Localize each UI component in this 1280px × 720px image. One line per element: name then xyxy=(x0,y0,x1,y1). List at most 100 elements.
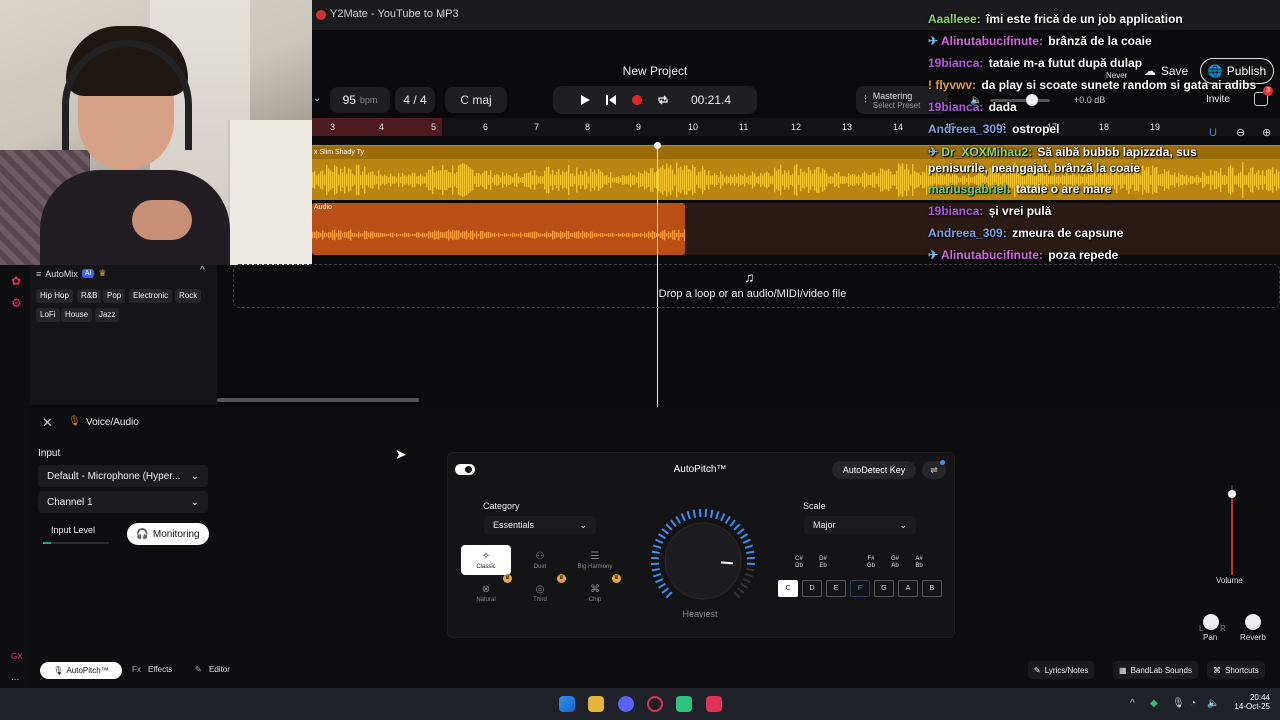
genre-chip[interactable]: R&B xyxy=(77,289,102,303)
monitoring-label: Monitoring xyxy=(152,528,200,540)
tempo-unit: bpm xyxy=(359,95,378,105)
drop-zone[interactable] xyxy=(233,264,1280,308)
record-icon[interactable] xyxy=(631,94,643,106)
genre-chip[interactable]: Rock xyxy=(175,289,202,303)
autopitch-mode-big-harmony[interactable]: ☰ Big Harmony xyxy=(570,545,620,575)
shortcuts-button[interactable]: ⌘ Shortcuts xyxy=(1207,661,1265,679)
playhead-handle[interactable] xyxy=(654,142,661,149)
category-select[interactable]: Essentials ⌄ xyxy=(484,516,596,534)
genre-chip[interactable]: Hip Hop xyxy=(36,289,73,303)
chevron-down-icon: ⌄ xyxy=(899,519,907,530)
close-icon[interactable]: ✕ xyxy=(42,415,53,431)
wifi-icon[interactable]: ◔ xyxy=(1190,698,1196,709)
bandlab-sounds-button[interactable]: ▦ BandLab Sounds xyxy=(1113,661,1198,679)
invite-button[interactable]: Invite xyxy=(1206,94,1230,105)
volume-fader-handle[interactable] xyxy=(1228,490,1236,498)
genre-chip[interactable]: House xyxy=(61,308,93,322)
discord-icon[interactable] xyxy=(618,696,634,712)
key-button-g[interactable]: G xyxy=(874,580,894,597)
key-button-d[interactable]: D xyxy=(802,580,822,597)
ruler-bar-number: 18 xyxy=(1099,122,1110,132)
genre-chip[interactable]: Pop xyxy=(103,289,126,303)
sharp-key-button[interactable]: A# Bb xyxy=(911,556,927,570)
new-tab-button[interactable]: + xyxy=(438,7,446,22)
key-button-b[interactable]: B xyxy=(922,580,942,597)
sidebar-gear-icon[interactable]: ⚙ xyxy=(11,296,22,310)
sharp-key-button[interactable]: D# Eb xyxy=(815,556,831,570)
input-device-select[interactable]: Default - Microphone (Hyper... ⌄ xyxy=(38,465,208,487)
key-selector[interactable]: C maj xyxy=(445,87,507,113)
more-icon[interactable]: ... xyxy=(11,672,19,683)
start-icon[interactable] xyxy=(559,696,575,712)
webcam-shelf xyxy=(228,120,312,265)
ruler-bar-number: 13 xyxy=(842,122,853,132)
file-explorer-icon[interactable] xyxy=(588,696,604,712)
pitch-correction-knob[interactable] xyxy=(648,506,758,616)
shield-icon[interactable]: ◆ xyxy=(1150,698,1158,709)
sliders-icon: ≡ xyxy=(36,268,42,279)
collapse-icon[interactable]: ^ xyxy=(200,265,205,276)
magnet-icon[interactable]: U xyxy=(1209,127,1217,139)
chevron-down-icon: ⌄ xyxy=(190,470,199,482)
time-signature[interactable]: 4 / 4 xyxy=(395,87,435,113)
opera-gx-icon[interactable] xyxy=(647,696,663,712)
monitoring-button[interactable]: 🎧 Monitoring xyxy=(127,523,209,545)
knob-tick xyxy=(661,528,669,535)
skip-back-icon[interactable] xyxy=(605,94,617,106)
sharp-key-button[interactable]: F# Gb xyxy=(863,556,879,570)
chat-username: Aaalleee: xyxy=(928,12,981,26)
mic-tray-icon[interactable]: 🎙 xyxy=(1172,698,1185,709)
genre-chip[interactable]: Electronic xyxy=(129,289,173,303)
taskbar-clock[interactable]: 20:44 14-Oct-25 xyxy=(1226,693,1270,711)
tiktok-icon[interactable] xyxy=(706,696,722,712)
chevron-down-icon[interactable]: ⌄ xyxy=(313,93,321,104)
autopitch-mode-chip[interactable]: ⌘ Chip xyxy=(570,578,620,608)
premium-crown-icon: ♛ xyxy=(503,574,512,583)
chat-text: dada xyxy=(988,100,1017,114)
knob-label: Heaviest xyxy=(682,609,718,619)
sharp-key-button[interactable]: C# Db xyxy=(791,556,807,570)
lyrics-notes-button[interactable]: ✎ Lyrics/Notes xyxy=(1028,661,1095,679)
genre-chip[interactable]: LoFi xyxy=(36,308,60,322)
editor-tab[interactable]: Editor xyxy=(209,665,230,674)
loop-icon[interactable] xyxy=(657,94,669,106)
app-icon[interactable] xyxy=(676,696,692,712)
tempo-control[interactable]: 95 bpm xyxy=(330,87,390,113)
key-button-e[interactable]: E xyxy=(826,580,846,597)
zoom-in-icon[interactable]: ⊕ xyxy=(1262,126,1271,139)
project-title[interactable]: New Project xyxy=(600,64,710,78)
sharp-key-button[interactable]: G# Ab xyxy=(887,556,903,570)
channel-select[interactable]: Channel 1 ⌄ xyxy=(38,491,208,513)
sidebar-flower-icon[interactable]: ✿ xyxy=(11,274,21,288)
chat-text: da play si scoate sunete random si gata … xyxy=(981,78,1257,92)
autopitch-mode-third[interactable]: ◎ Third xyxy=(515,578,565,608)
chat-text: tataie o are mare xyxy=(1016,182,1112,196)
pan-knob[interactable] xyxy=(1203,614,1219,630)
plane-badge-icon: ✈ xyxy=(928,34,941,48)
scale-select[interactable]: Major ⌄ xyxy=(804,516,916,534)
horizontal-scrollbar[interactable] xyxy=(217,398,419,402)
input-label: Input xyxy=(38,448,61,459)
microphone-icon: 🎙 xyxy=(68,416,81,427)
chat-message: 19bianca: și vrei pulă xyxy=(928,204,1051,218)
mode-icon: ⚇ xyxy=(535,550,545,562)
zoom-out-icon[interactable]: ⊖ xyxy=(1236,126,1245,139)
chevron-up-icon[interactable]: ^ xyxy=(1130,698,1135,709)
key-button-a[interactable]: A xyxy=(898,580,918,597)
autopitch-tab[interactable]: 🎙 AutoPitch™ xyxy=(40,662,122,679)
volume-tray-icon[interactable]: 🔈 xyxy=(1207,698,1219,709)
autodetect-key-button[interactable]: AutoDetect Key xyxy=(832,461,916,479)
genre-chip[interactable]: Jazz xyxy=(95,308,120,322)
autopitch-mode-duet[interactable]: ⚇ Duet xyxy=(515,545,565,575)
knob-tick xyxy=(661,587,669,594)
play-icon[interactable] xyxy=(579,94,591,106)
key-button-f[interactable]: F xyxy=(850,580,870,597)
effects-tab[interactable]: Effects xyxy=(148,665,172,674)
master-volume-handle[interactable] xyxy=(1026,94,1038,106)
reverb-knob[interactable] xyxy=(1245,614,1261,630)
key-button-c[interactable]: C xyxy=(778,580,798,597)
sounds-icon: ▦ xyxy=(1119,665,1127,675)
autopitch-mode-classic[interactable]: ✧ Classic xyxy=(461,545,511,575)
automix-header[interactable]: ≡ AutoMix AI ♛ xyxy=(36,268,106,279)
autopitch-mode-natural[interactable]: ⊗ Natural xyxy=(461,578,511,608)
